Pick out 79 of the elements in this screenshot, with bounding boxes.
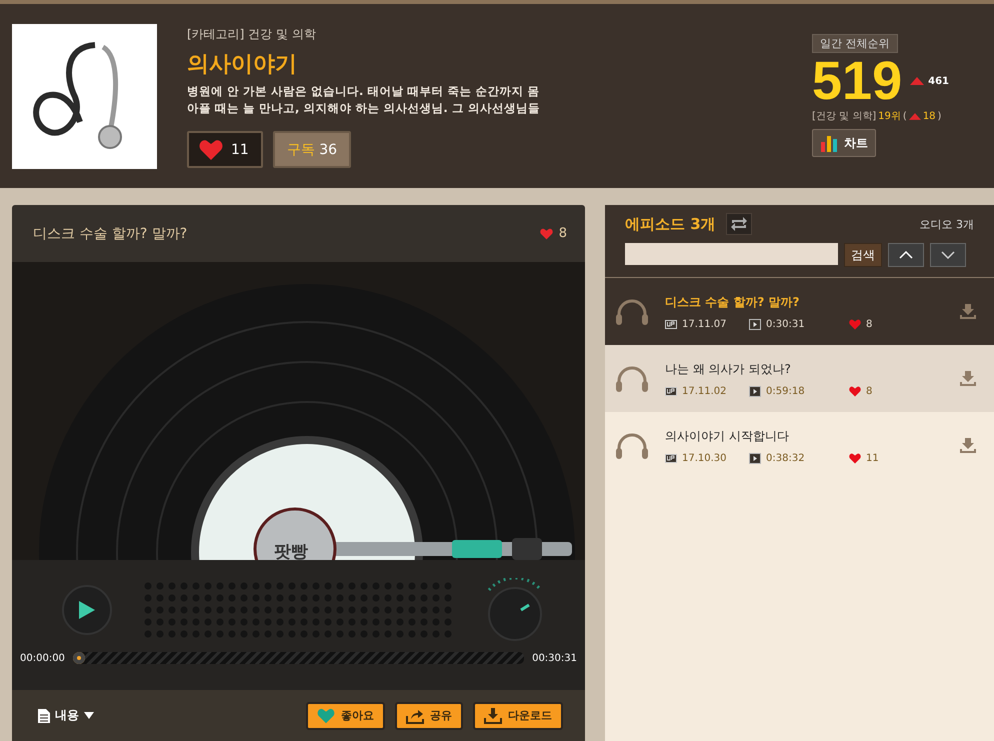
elapsed-time: 00:00:00 <box>20 652 65 664</box>
heart-icon <box>849 386 861 396</box>
play-button[interactable] <box>62 585 112 635</box>
heart-icon <box>849 452 861 464</box>
refresh-button[interactable] <box>726 213 752 235</box>
headphones-icon <box>615 432 649 460</box>
upload-badge-icon <box>665 320 677 328</box>
episode-item[interactable]: 디스크 수술 할까? 말까? 17.11.07 0:30:31 8 <box>605 278 994 345</box>
like-count: 8 <box>558 226 567 241</box>
download-icon <box>960 438 976 453</box>
heart-icon <box>199 138 223 160</box>
episode-title: 디스크 수술 할까? 말까? <box>665 294 800 310</box>
brand-label: 팟빵 <box>274 541 308 560</box>
search-button[interactable]: 검색 <box>844 243 882 267</box>
play-icon <box>79 601 95 619</box>
episode-duration: 0:30:31 <box>766 318 806 330</box>
episode-count-title: 에피소드 3개 <box>625 214 716 234</box>
episode-likes: 8 <box>866 386 872 396</box>
chart-button[interactable]: 차트 <box>812 129 876 157</box>
chevron-down-icon <box>941 251 955 259</box>
content-dropdown[interactable]: 내용 <box>32 706 100 725</box>
download-icon <box>484 708 502 724</box>
document-icon <box>38 708 50 722</box>
up-arrow-icon <box>908 112 921 120</box>
download-button[interactable]: 다운로드 <box>473 702 563 730</box>
category-rank-label: [건강 및 의학] <box>812 110 876 123</box>
episode-title: 나는 왜 의사가 되었나? <box>665 360 792 378</box>
previous-button[interactable] <box>888 243 924 267</box>
episode-item[interactable]: 나는 왜 의사가 되었나? 17.11.02 0:59:18 8 <box>605 345 994 412</box>
play-box-icon <box>749 386 761 396</box>
bar-chart-icon <box>820 134 838 152</box>
like-button[interactable]: 좋아요 <box>306 702 385 730</box>
download-button[interactable] <box>960 304 976 319</box>
download-button[interactable] <box>960 371 976 386</box>
ranking-label: 일간 전체순위 <box>812 34 898 53</box>
episode-date: 17.11.02 <box>682 386 728 396</box>
paren-close: ) <box>938 110 942 122</box>
podcast-title: 의사이야기 <box>187 51 298 79</box>
play-box-icon <box>749 452 761 464</box>
category-rank: 19위 <box>878 110 901 123</box>
share-button[interactable]: 공유 <box>395 702 463 730</box>
download-button[interactable] <box>960 438 976 453</box>
like-button[interactable]: 11 <box>187 131 263 168</box>
audio-count: 오디오 3개 <box>920 216 974 232</box>
upload-badge-icon <box>665 386 677 396</box>
search-field[interactable] <box>625 243 838 265</box>
progress-track[interactable] <box>72 652 524 664</box>
heart-icon <box>849 318 861 330</box>
episode-likes: 11 <box>866 452 879 464</box>
next-button[interactable] <box>930 243 966 267</box>
play-box-icon <box>749 318 761 330</box>
episode-date: 17.11.07 <box>682 318 728 330</box>
podcast-description: 병원에 안 가본 사람은 없습니다. 태어날 때부터 죽는 순간까지 몸 아플 때는 늘 만나고, 의지해야 하는 의사선생님. 그 의사선생님들 <box>187 83 541 117</box>
category-rank-change: 18 <box>922 110 936 122</box>
share-icon <box>406 708 424 724</box>
episode-duration: 0:38:32 <box>766 452 806 464</box>
refresh-icon <box>730 216 748 232</box>
headphones-icon <box>615 298 649 326</box>
up-arrow-icon <box>910 77 924 85</box>
episode-title: 디스크 수술 할까? 말까? <box>33 224 188 242</box>
episode-duration: 0:59:18 <box>766 386 806 396</box>
caret-icon <box>84 712 94 719</box>
download-icon <box>960 304 976 319</box>
heart-icon <box>540 228 553 240</box>
paren-open: ( <box>902 110 907 122</box>
progress-handle[interactable] <box>72 652 85 664</box>
rank-number: 519 <box>812 53 902 109</box>
subscribe-button[interactable]: 구독 36 <box>272 131 352 168</box>
category-label: [카테고리] 건강 및 의학 <box>187 26 317 43</box>
rank-change: 461 <box>928 76 949 86</box>
upload-badge-icon <box>665 454 677 462</box>
duration-time: 00:30:31 <box>532 652 577 664</box>
episode-likes: 8 <box>866 318 872 330</box>
heart-icon <box>317 708 335 724</box>
chevron-up-icon <box>899 251 913 259</box>
episode-date: 17.10.30 <box>682 452 728 464</box>
download-icon <box>960 371 976 386</box>
headphones-icon <box>615 364 649 392</box>
episode-title: 의사이야기 시작합니다 <box>665 428 790 444</box>
